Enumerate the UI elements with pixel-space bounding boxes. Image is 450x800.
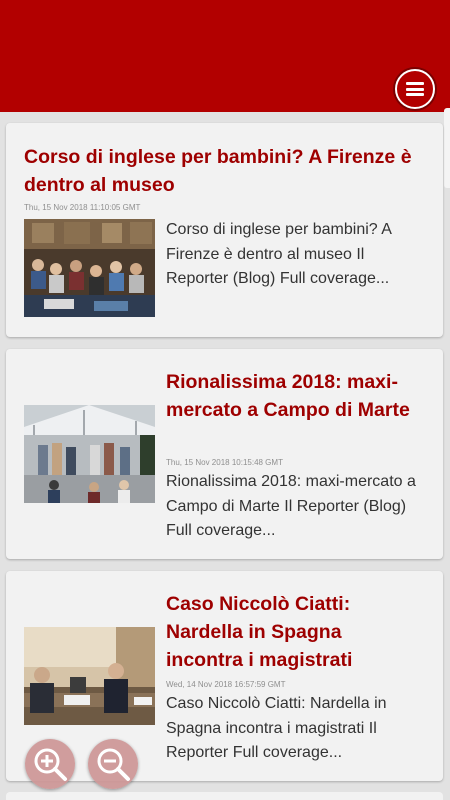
article-card[interactable]: Caso Niccolò Ciatti: Nardella in Spagna …	[6, 571, 443, 781]
article-card[interactable]: Rionalissima 2018: maxi-mercato a Campo …	[6, 349, 443, 559]
article-date: Wed, 14 Nov 2018 16:57:59 GMT	[166, 680, 286, 689]
zoom-out-button[interactable]	[88, 739, 138, 789]
next-card-edge	[6, 792, 443, 800]
app-bar	[0, 0, 450, 112]
article-title[interactable]: Caso Niccolò Ciatti: Nardella in Spagna …	[166, 590, 416, 674]
article-summary: Caso Niccolò Ciatti: Nardella in Spagna …	[166, 695, 387, 761]
article-card[interactable]: Corso di inglese per bambini? A Firenze …	[6, 123, 443, 337]
article-date: Thu, 15 Nov 2018 10:15:48 GMT	[166, 458, 283, 467]
menu-button[interactable]	[395, 69, 435, 109]
zoom-in-button[interactable]	[25, 739, 75, 789]
article-thumbnail[interactable]	[24, 405, 155, 503]
zoom-in-icon	[34, 748, 67, 781]
article-title[interactable]: Rionalissima 2018: maxi-mercato a Campo …	[166, 368, 416, 424]
hamburger-menu-icon	[406, 82, 424, 96]
article-thumbnail[interactable]	[24, 219, 155, 317]
scroll-edge	[444, 108, 450, 188]
article-thumbnail[interactable]	[24, 627, 155, 725]
article-title[interactable]: Corso di inglese per bambini? A Firenze …	[24, 143, 424, 199]
article-summary: Corso di inglese per bambini? A Firenze …	[166, 221, 392, 287]
article-summary: Rionalissima 2018: maxi-mercato a Campo …	[166, 473, 416, 539]
article-date: Thu, 15 Nov 2018 11:10:05 GMT	[24, 203, 141, 212]
zoom-out-icon	[97, 748, 130, 781]
